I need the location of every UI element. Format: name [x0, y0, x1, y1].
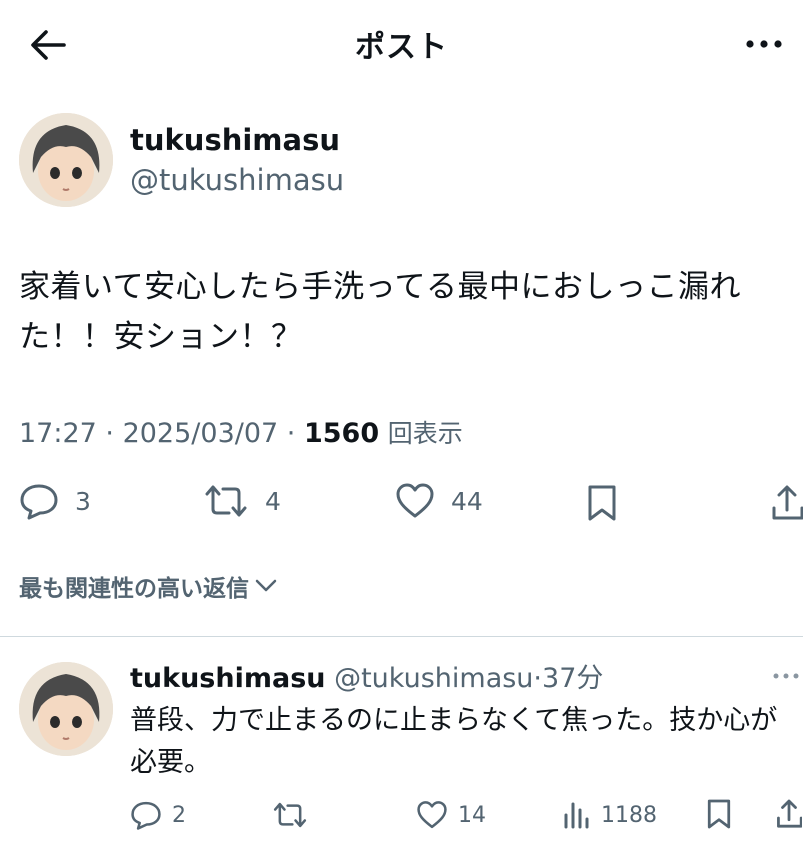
reply-views-action[interactable]: 1188 [563, 800, 657, 830]
bookmark-icon[interactable] [586, 484, 618, 522]
repost-icon [203, 482, 249, 520]
reply-more-icon[interactable] [772, 670, 800, 682]
chevron-down-icon [255, 579, 277, 593]
more-options-icon[interactable] [744, 36, 784, 52]
reply-handle[interactable]: @tukushimasu [334, 663, 533, 694]
bar-chart-icon [563, 800, 591, 830]
author-handle[interactable]: @tukushimasu [130, 163, 344, 197]
reply-like-count: 14 [458, 802, 486, 828]
page-title: ポスト [355, 30, 448, 65]
view-count[interactable]: 1560 [304, 418, 379, 449]
heart-icon [395, 482, 435, 520]
like-count: 44 [451, 486, 483, 516]
reply-count: 3 [75, 486, 91, 516]
share-icon[interactable] [771, 484, 803, 522]
repost-count: 4 [265, 486, 281, 516]
reply-header: tukushimasu @tukushimasu·37分 [130, 656, 603, 695]
view-count-label: 回表示 [387, 419, 463, 448]
repost-action[interactable]: 4 [203, 482, 281, 520]
reply-sort-label: 最も関連性の高い返信 [19, 576, 249, 602]
reply-elapsed: 37分 [542, 663, 604, 694]
reply-reply-count: 2 [172, 802, 186, 828]
avatar[interactable] [19, 113, 113, 207]
reply-like-action[interactable]: 14 [416, 800, 486, 830]
reply-repost-action[interactable] [272, 800, 308, 830]
like-action[interactable]: 44 [395, 482, 483, 520]
reply-bubble-icon [19, 482, 59, 520]
post-time: 17:27 [19, 418, 97, 449]
reply-action[interactable]: 3 [19, 482, 91, 520]
divider [0, 636, 803, 637]
reply-reply-action[interactable]: 2 [130, 800, 186, 830]
share-icon[interactable] [776, 798, 802, 830]
post-meta: 17:27 · 2025/03/07 · 1560 回表示 [19, 414, 463, 450]
author-display-name[interactable]: tukushimasu [130, 123, 340, 157]
repost-icon [272, 800, 308, 830]
reply-text: 普段、力で止まるのに止まらなくて焦った。技か心が必要。 [130, 705, 778, 778]
post-text: 家着いて安心したら手洗ってる最中におしっこ漏れた！！安ション！？ [19, 269, 742, 355]
reply-bubble-icon [130, 800, 162, 830]
reply-view-count: 1188 [601, 802, 657, 828]
meta-separator: · [286, 418, 304, 449]
bookmark-icon[interactable] [706, 798, 732, 830]
heart-icon [416, 800, 448, 830]
meta-separator: · [533, 663, 543, 694]
reply-display-name[interactable]: tukushimasu [130, 663, 326, 694]
meta-separator: · [105, 418, 123, 449]
post-date: 2025/03/07 [122, 418, 279, 449]
reply-avatar[interactable] [19, 662, 113, 756]
reply-sort-selector[interactable]: 最も関連性の高い返信 [19, 569, 277, 603]
